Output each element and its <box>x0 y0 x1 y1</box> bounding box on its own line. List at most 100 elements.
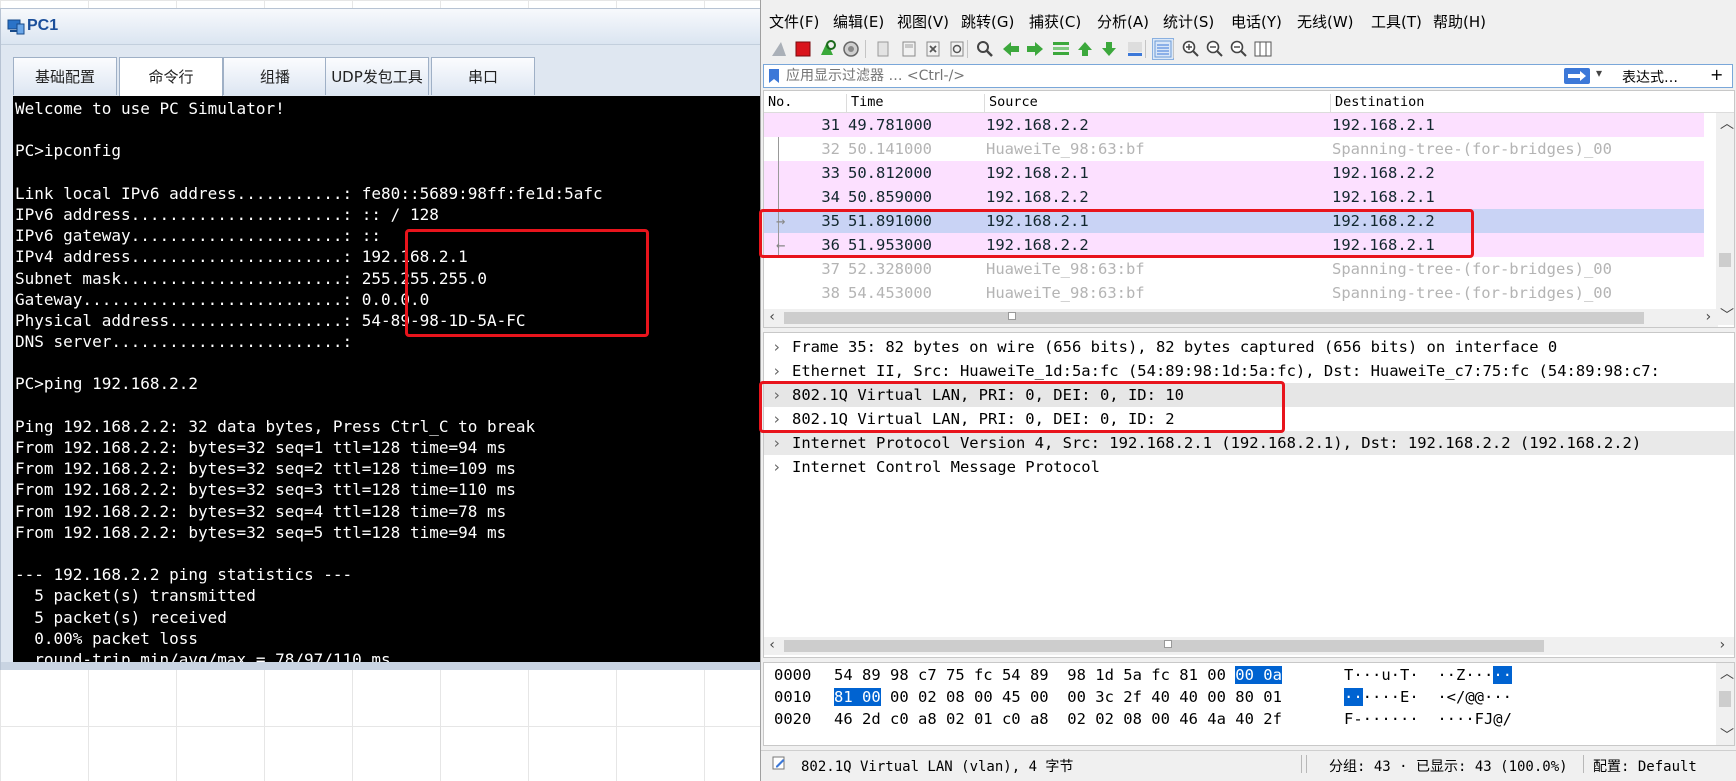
go-back-icon[interactable] <box>1001 39 1021 59</box>
packet-row[interactable]: ← 36 51.953000 192.168.2.2 192.168.2.1 <box>764 233 1704 257</box>
zoom-in-icon[interactable] <box>1181 39 1201 59</box>
details-horizontal-scrollbar[interactable]: ‹ › <box>764 637 1734 655</box>
packet-list-pane: No. Time Source Destination 31 49.781000 1… <box>763 90 1735 328</box>
filter-history-dropdown-icon[interactable]: ▾ <box>1596 66 1602 80</box>
find-packet-icon[interactable] <box>975 39 995 59</box>
menu-item-3[interactable]: 跳转(G) <box>961 11 1014 32</box>
command-terminal[interactable]: Welcome to use PC Simulator! PC>ipconfig L… <box>13 96 771 662</box>
scroll-up-arrow-icon[interactable]: ︿ <box>1720 113 1734 133</box>
horizontal-scroll-thumb[interactable] <box>784 312 1644 324</box>
terminal-line: Link local IPv6 address...........: fe80… <box>15 183 603 203</box>
scroll-right-arrow-icon[interactable]: › <box>1704 309 1712 325</box>
close-file-icon[interactable] <box>923 39 943 59</box>
detail-tree-row[interactable]: › Internet Control Message Protocol <box>764 455 1734 479</box>
shark-fin-icon[interactable] <box>769 39 789 59</box>
column-header-time[interactable]: Time <box>846 94 884 112</box>
packet-cell-dst: 192.168.2.2 <box>1332 164 1435 182</box>
capture-options-icon[interactable] <box>841 39 861 59</box>
expand-chevron-icon[interactable]: › <box>772 335 781 359</box>
scroll-thumb[interactable] <box>1719 253 1731 267</box>
detail-tree-row[interactable]: › Internet Protocol Version 4, Src: 192.1… <box>764 431 1734 455</box>
expression-button[interactable]: 表达式… <box>1622 67 1678 87</box>
column-header-no[interactable]: No. <box>764 94 792 112</box>
zoom-out-icon[interactable] <box>1205 39 1225 59</box>
display-filter-input[interactable] <box>786 65 1486 87</box>
menu-item-6[interactable]: 统计(S) <box>1163 11 1214 32</box>
expand-chevron-icon[interactable]: › <box>772 383 781 407</box>
hex-offset: 0010 <box>774 688 812 706</box>
menu-item-0[interactable]: 文件(F) <box>769 11 819 32</box>
packet-cell-dst: Spanning-tree-(for-bridges)_00 <box>1332 140 1612 158</box>
column-header-source[interactable]: Source <box>984 94 1038 112</box>
wireshark-window: 文件(F) 编辑(E) 视图(V) 跳转(G) 捕获(C) 分析(A) 统计(S) 电话(Y)… <box>760 0 1736 781</box>
pc-tab-4[interactable]: 串口 <box>431 57 535 95</box>
hex-dump-row[interactable]: 0000 54 89 98 c7 75 fc 54 89 98 1d 5a fc … <box>764 664 1714 686</box>
packet-row[interactable]: 38 54.453000 HuaweiTe_98:63:bf Spanning-tre… <box>764 281 1704 305</box>
reload-file-icon[interactable] <box>947 39 967 59</box>
add-filter-button[interactable]: + <box>1710 65 1723 84</box>
expand-chevron-icon[interactable]: › <box>772 359 781 383</box>
detail-tree-row[interactable]: › Ethernet II, Src: HuaweiTe_1d:5a:fc (54… <box>764 359 1734 383</box>
scroll-left-arrow-icon[interactable]: ‹ <box>768 637 776 653</box>
bookmark-icon[interactable] <box>767 68 781 84</box>
detail-tree-row[interactable]: › Frame 35: 82 bytes on wire (656 bits), … <box>764 335 1734 359</box>
packet-row[interactable]: 33 50.812000 192.168.2.1 192.168.2.2 <box>764 161 1704 185</box>
hex-dump-row[interactable]: 0010 81 00 00 02 08 00 45 00 00 3c 2f 40 … <box>764 686 1714 708</box>
ascii-bytes: T···u·T· ··Z····· <box>1344 664 1512 686</box>
scroll-down-arrow-icon[interactable]: ﹀ <box>1720 305 1734 325</box>
packet-row[interactable]: 32 50.141000 HuaweiTe_98:63:bf Spanning-tre… <box>764 137 1704 161</box>
menu-item-1[interactable]: 编辑(E) <box>833 11 884 32</box>
resize-columns-icon[interactable] <box>1253 39 1273 59</box>
status-profile[interactable]: 配置: Default <box>1593 756 1697 776</box>
pc-tab-1[interactable]: 命令行 <box>119 57 223 97</box>
menu-item-5[interactable]: 分析(A) <box>1097 11 1149 32</box>
menu-item-9[interactable]: 工具(T) <box>1371 11 1422 32</box>
first-packet-icon[interactable] <box>1075 39 1095 59</box>
packet-row[interactable]: 34 50.859000 192.168.2.2 192.168.2.1 <box>764 185 1704 209</box>
expand-chevron-icon[interactable]: › <box>772 407 781 431</box>
last-packet-icon[interactable] <box>1099 39 1119 59</box>
expand-chevron-icon[interactable]: › <box>772 431 781 455</box>
packet-row[interactable]: 37 52.328000 HuaweiTe_98:63:bf Spanning-tre… <box>764 257 1704 281</box>
apply-filter-arrow-icon[interactable] <box>1564 68 1590 84</box>
stop-capture-icon[interactable] <box>793 39 813 59</box>
packet-list-vertical-scrollbar[interactable]: ︿ ﹀ <box>1716 113 1734 325</box>
go-forward-icon[interactable] <box>1025 39 1045 59</box>
colorize-icon[interactable] <box>1152 38 1174 60</box>
scroll-thumb[interactable] <box>1719 691 1731 707</box>
scroll-left-arrow-icon[interactable]: ‹ <box>768 309 776 325</box>
scroll-up-arrow-icon[interactable]: ︿ <box>1720 663 1734 683</box>
hex-bytes-text: 00 02 08 00 45 00 00 3c 2f 40 40 00 80 0… <box>880 688 1282 706</box>
menu-item-7[interactable]: 电话(Y) <box>1231 11 1282 32</box>
packet-row[interactable]: → 35 51.891000 192.168.2.1 192.168.2.2 <box>764 209 1704 233</box>
packet-bytes-pane: ︿ ﹀ 0000 54 89 98 c7 75 fc 54 89 98 1d 5a… <box>763 662 1735 746</box>
pc-tab-3[interactable]: UDP发包工具 <box>325 57 429 95</box>
hex-dump-row[interactable]: 0020 46 2d c0 a8 02 01 c0 a8 02 02 08 00 … <box>764 708 1714 730</box>
scroll-right-arrow-icon[interactable]: › <box>1718 637 1726 653</box>
bytes-vertical-scrollbar[interactable]: ︿ ﹀ <box>1716 663 1734 745</box>
column-header-destination[interactable]: Destination <box>1330 94 1424 112</box>
menu-item-4[interactable]: 捕获(C) <box>1029 11 1081 32</box>
zoom-normal-icon[interactable] <box>1229 39 1249 59</box>
auto-scroll-icon[interactable] <box>1125 39 1145 59</box>
save-file-icon[interactable] <box>899 39 919 59</box>
terminal-line: IPv6 gateway......................: :: <box>15 226 382 246</box>
go-to-packet-icon[interactable] <box>1051 39 1071 59</box>
packet-list-horizontal-scrollbar[interactable]: ‹ › <box>764 309 1718 327</box>
expand-chevron-icon[interactable]: › <box>772 455 781 479</box>
status-separator <box>1301 755 1302 773</box>
pc-tab-2[interactable]: 组播 <box>223 57 327 95</box>
packet-cell-src: 192.168.2.2 <box>986 116 1089 134</box>
menu-item-8[interactable]: 无线(W) <box>1297 11 1354 32</box>
packet-cell-time: 54.453000 <box>848 284 932 302</box>
detail-tree-row[interactable]: › 802.1Q Virtual LAN, PRI: 0, DEI: 0, ID:… <box>764 383 1734 407</box>
packet-row[interactable]: 31 49.781000 192.168.2.2 192.168.2.1 <box>764 113 1704 137</box>
menu-item-2[interactable]: 视图(V) <box>897 11 949 32</box>
menu-item-10[interactable]: 帮助(H) <box>1433 11 1486 32</box>
restart-capture-icon[interactable] <box>817 39 837 59</box>
pc-tab-0[interactable]: 基础配置 <box>13 57 117 95</box>
open-file-icon[interactable] <box>873 39 893 59</box>
scroll-down-arrow-icon[interactable]: ﹀ <box>1720 725 1734 745</box>
edit-note-icon[interactable] <box>771 755 787 775</box>
detail-tree-row[interactable]: › 802.1Q Virtual LAN, PRI: 0, DEI: 0, ID:… <box>764 407 1734 431</box>
